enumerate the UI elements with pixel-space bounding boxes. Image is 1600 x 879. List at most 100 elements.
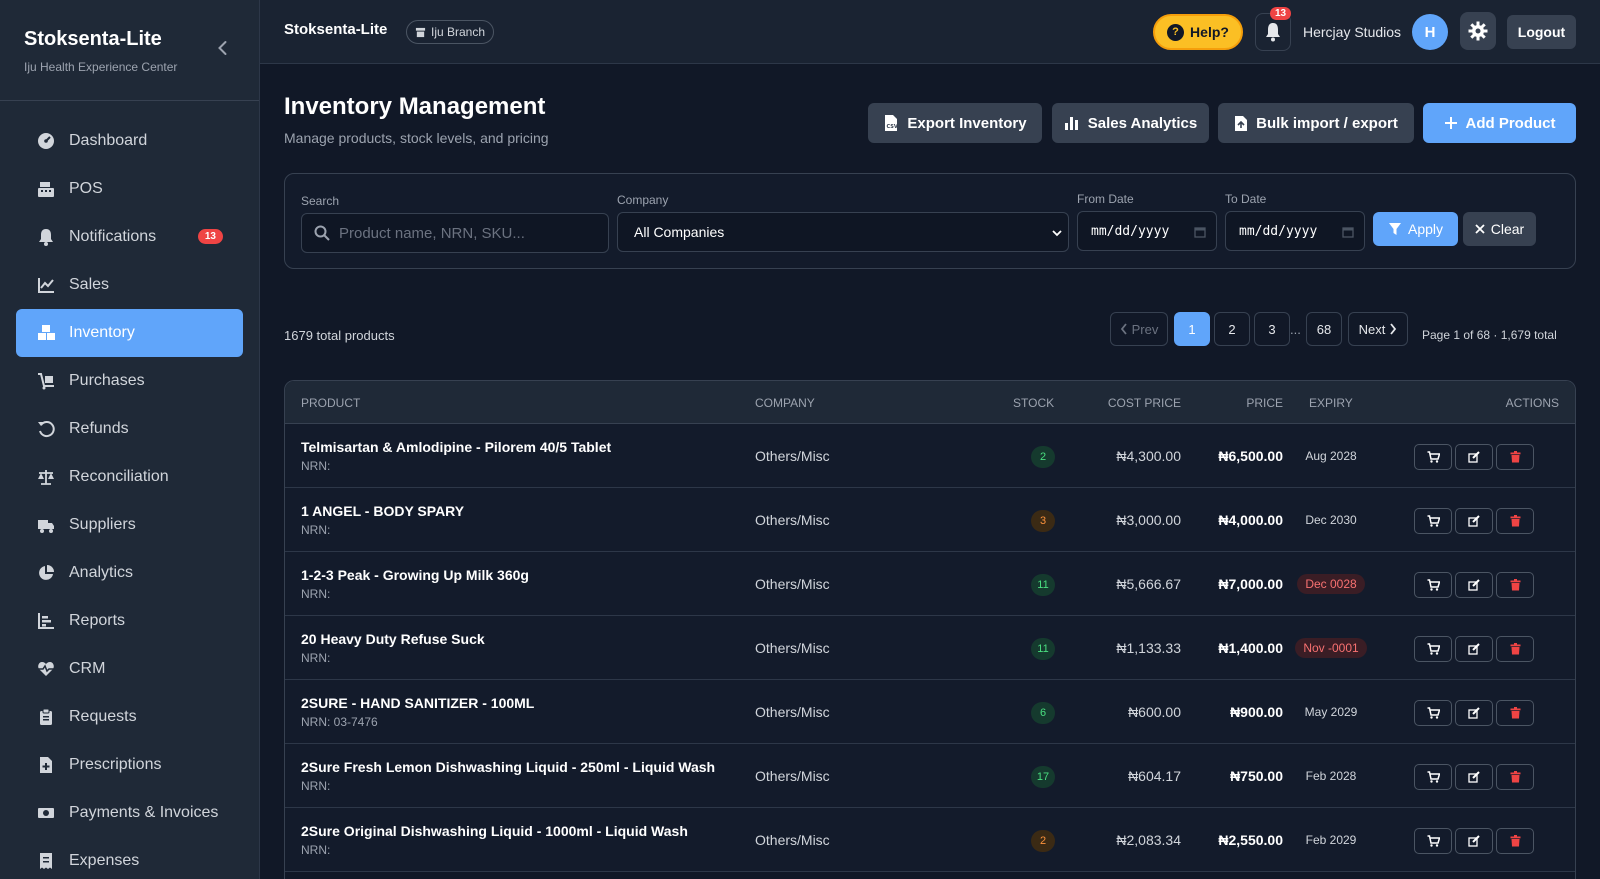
trash-icon [1510, 579, 1520, 591]
delete-product-button[interactable] [1496, 444, 1534, 470]
sidebar: Stoksenta-Lite Iju Health Experience Cen… [0, 0, 260, 879]
clear-label: Clear [1490, 221, 1525, 237]
sidebar-item-expenses[interactable]: Expenses [16, 837, 243, 879]
help-button[interactable]: ? Help? [1153, 14, 1243, 50]
delete-product-button[interactable] [1496, 572, 1534, 598]
delete-product-button[interactable] [1496, 636, 1534, 662]
sidebar-item-reports[interactable]: Reports [16, 597, 243, 645]
settings-button[interactable] [1460, 12, 1496, 50]
apply-filters-button[interactable]: Apply [1373, 212, 1458, 246]
column-header-company: Company [755, 396, 815, 410]
inventory-table: Product Company Stock Cost Price Price E… [284, 380, 1576, 879]
trash-icon [1510, 515, 1520, 527]
sidebar-item-reconciliation[interactable]: Reconciliation [16, 453, 243, 501]
company-select[interactable]: All Companies [617, 212, 1069, 252]
add-to-cart-button[interactable] [1414, 828, 1452, 854]
sidebar-item-requests[interactable]: Requests [16, 693, 243, 741]
add-to-cart-button[interactable] [1414, 508, 1452, 534]
expiry-date: Feb 2029 [1305, 833, 1357, 847]
export-inventory-button[interactable]: CSV Export Inventory [868, 103, 1042, 143]
close-icon [1475, 224, 1485, 234]
sidebar-item-label: Sales [69, 276, 110, 293]
edit-product-button[interactable] [1455, 636, 1493, 662]
prev-page-button[interactable]: Prev [1110, 312, 1168, 346]
search-input[interactable]: Product name, NRN, SKU... [301, 213, 609, 253]
sidebar-nav: Dashboard POS Notifications 13 Sales Inv… [0, 101, 259, 879]
sidebar-item-analytics[interactable]: Analytics [16, 549, 243, 597]
apply-label: Apply [1407, 221, 1444, 237]
edit-product-button[interactable] [1455, 764, 1493, 790]
sidebar-item-pos[interactable]: POS [16, 165, 243, 213]
edit-product-button[interactable] [1455, 700, 1493, 726]
column-header-price: Price [1246, 396, 1283, 410]
delete-product-button[interactable] [1496, 764, 1534, 790]
sidebar-item-label: Refunds [69, 420, 129, 437]
collapse-sidebar-button[interactable] [213, 38, 233, 58]
add-product-button[interactable]: Add Product [1423, 103, 1576, 143]
table-row[interactable]: Telmisartan & Amlodipine - Pilorem 40/5 … [285, 424, 1575, 488]
delete-product-button[interactable] [1496, 508, 1534, 534]
table-row[interactable]: 20 Heavy Duty Refuse Suck NRN: Others/Mi… [285, 616, 1575, 680]
add-to-cart-button[interactable] [1414, 700, 1452, 726]
sales-analytics-button[interactable]: Sales Analytics [1052, 103, 1209, 143]
add-to-cart-button[interactable] [1414, 444, 1452, 470]
delete-product-button[interactable] [1496, 828, 1534, 854]
from-date-input[interactable]: mm/dd/yyyy [1077, 211, 1217, 251]
edit-product-button[interactable] [1455, 444, 1493, 470]
table-row[interactable]: 1-2-3 Peak - Growing Up Milk 360g NRN: O… [285, 552, 1575, 616]
clear-filters-button[interactable]: Clear [1463, 212, 1536, 246]
heart-pulse-icon [36, 659, 56, 679]
product-company: Others/Misc [755, 768, 830, 784]
product-nrn: NRN: [301, 587, 331, 601]
add-product-label: Add Product [1465, 114, 1556, 132]
sidebar-item-label: Reports [69, 612, 126, 629]
file-medical-icon [36, 755, 56, 775]
product-name: 2Sure Original Dishwashing Liquid - 1000… [301, 823, 688, 839]
expiry-date: Dec 0028 [1297, 574, 1365, 594]
page-button-2[interactable]: 2 [1214, 312, 1250, 346]
cost-price: ₦2,083.34 [1116, 832, 1181, 848]
sidebar-item-purchases[interactable]: Purchases [16, 357, 243, 405]
to-date-input[interactable]: mm/dd/yyyy [1225, 211, 1365, 251]
sidebar-item-sales[interactable]: Sales [16, 261, 243, 309]
sidebar-item-prescriptions[interactable]: Prescriptions [16, 741, 243, 789]
sale-price: ₦7,000.00 [1218, 576, 1283, 592]
calendar-icon [1342, 227, 1354, 238]
table-row[interactable]: 2SURE - HAND SANITIZER - 100ML NRN: 03-7… [285, 680, 1575, 744]
bulk-import-export-button[interactable]: Bulk import / export [1218, 103, 1414, 143]
page-button-3[interactable]: 3 [1254, 312, 1290, 346]
export-inventory-label: Export Inventory [907, 114, 1027, 132]
add-to-cart-button[interactable] [1414, 572, 1452, 598]
add-to-cart-button[interactable] [1414, 764, 1452, 790]
table-row[interactable]: 2Sure Fresh Lemon Dishwashing Liquid - 2… [285, 744, 1575, 808]
sidebar-item-suppliers[interactable]: Suppliers [16, 501, 243, 549]
edit-product-button[interactable] [1455, 572, 1493, 598]
cart-icon [1427, 451, 1440, 463]
undo-icon [36, 419, 56, 439]
table-row[interactable]: 2Sure Original Dishwashing Liquid - 1000… [285, 808, 1575, 872]
logout-button[interactable]: Logout [1507, 15, 1576, 49]
page-button-1[interactable]: 1 [1174, 312, 1210, 346]
sidebar-item-dashboard[interactable]: Dashboard [16, 117, 243, 165]
brand-subtitle: Iju Health Experience Center [24, 60, 178, 74]
edit-icon [1468, 515, 1480, 527]
sidebar-item-label: POS [69, 180, 103, 197]
sidebar-item-crm[interactable]: CRM [16, 645, 243, 693]
delete-product-button[interactable] [1496, 700, 1534, 726]
add-to-cart-button[interactable] [1414, 636, 1452, 662]
next-page-button[interactable]: Next [1348, 312, 1408, 346]
cart-icon [1427, 579, 1440, 591]
edit-product-button[interactable] [1455, 508, 1493, 534]
sidebar-item-payments[interactable]: Payments & Invoices [16, 789, 243, 837]
edit-icon [1468, 579, 1480, 591]
page-button-last[interactable]: 68 [1306, 312, 1342, 346]
branch-chip[interactable]: Iju Branch [406, 20, 495, 44]
column-header-cost-price: Cost Price [1107, 396, 1181, 410]
avatar[interactable]: H [1412, 14, 1448, 50]
edit-product-button[interactable] [1455, 828, 1493, 854]
cost-price: ₦4,300.00 [1116, 448, 1181, 464]
sidebar-item-inventory[interactable]: Inventory [16, 309, 243, 357]
sidebar-item-refunds[interactable]: Refunds [16, 405, 243, 453]
table-row[interactable]: 1 ANGEL - BODY SPARY NRN: Others/Misc 3 … [285, 488, 1575, 552]
sidebar-item-notifications[interactable]: Notifications 13 [16, 213, 243, 261]
